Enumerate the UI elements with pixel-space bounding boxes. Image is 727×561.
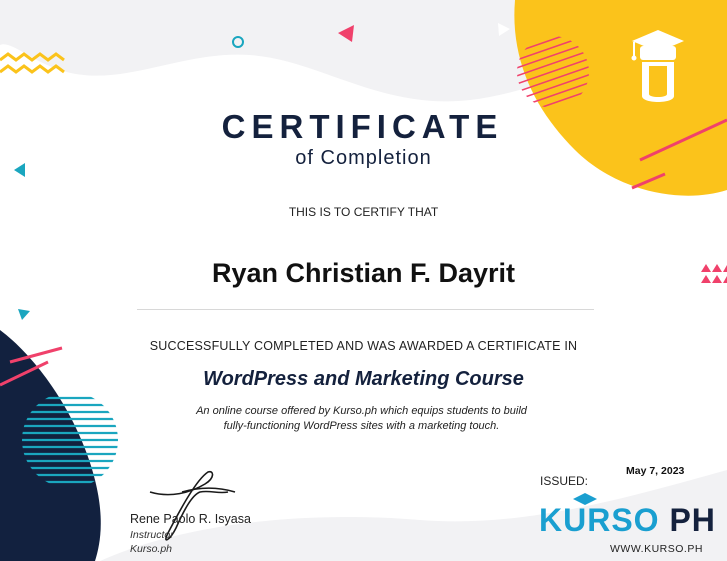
description-line-2: fully-functioning WordPress sites with a… (223, 420, 500, 432)
signatory-role: Instructor Kurso.ph (130, 528, 251, 556)
recipient-name: Ryan Christian F. Dayrit (211, 258, 516, 288)
brand-website: WWW.KURSO.PH (610, 543, 703, 555)
issued-label: ISSUED: (540, 474, 589, 488)
certificate-title: CERTIFICATE (221, 108, 504, 145)
certificate: { "certificate": { "title": "CERTIFICATE… (0, 0, 727, 561)
completed-text: SUCCESSFULLY COMPLETED AND WAS AWARDED A… (149, 339, 578, 353)
name-underline (137, 309, 594, 310)
navy-blob-shape (0, 330, 101, 561)
brand-name-part1: KURSO (539, 502, 660, 538)
signatory-title: Instructor (130, 529, 174, 541)
certify-text: THIS IS TO CERTIFY THAT (288, 205, 439, 219)
signatory-block: Rene Paolo R. Isyasa Instructor Kurso.ph (130, 512, 251, 556)
brand-logo: KURSO PH (539, 502, 716, 539)
signatory-name: Rene Paolo R. Isyasa (130, 512, 251, 526)
signatory-organization: Kurso.ph (130, 543, 173, 555)
certificate-subtitle: of Completion (295, 147, 432, 169)
course-name: WordPress and Marketing Course (203, 368, 524, 390)
course-description: An online course offered by Kurso.ph whi… (0, 404, 725, 434)
brand-cap-icon (573, 493, 597, 505)
issue-date: May 7, 2023 (626, 465, 685, 477)
description-line-1: An online course offered by Kurso.ph whi… (196, 405, 527, 417)
brand-name-part2: PH (659, 502, 716, 538)
